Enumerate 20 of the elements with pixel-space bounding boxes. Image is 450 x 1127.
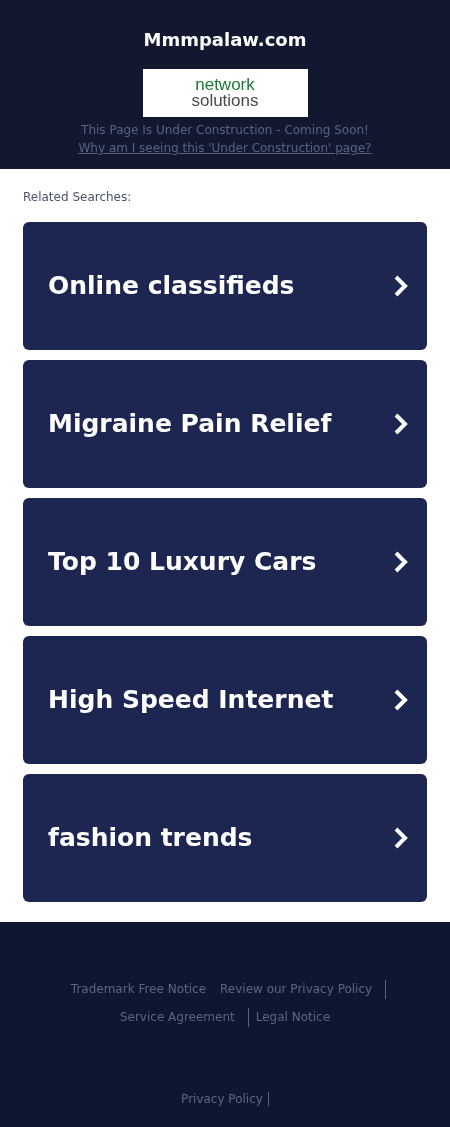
footer-link[interactable]: Review our Privacy Policy bbox=[213, 980, 387, 999]
chevron-right-icon bbox=[393, 827, 409, 849]
chevron-right-icon bbox=[393, 551, 409, 573]
chevron-right-icon bbox=[393, 413, 409, 435]
logo: network solutions bbox=[142, 69, 308, 117]
search-card[interactable]: High Speed Internet bbox=[23, 636, 427, 764]
footer-link[interactable]: Legal Notice bbox=[248, 1008, 338, 1027]
footer-link[interactable]: Trademark Free Notice bbox=[63, 980, 214, 999]
search-card[interactable]: fashion trends bbox=[23, 774, 427, 902]
related-heading: Related Searches: bbox=[23, 190, 133, 204]
footer-link[interactable]: Service Agreement bbox=[112, 1008, 249, 1027]
chevron-right-icon bbox=[393, 689, 409, 711]
search-card[interactable]: Migraine Pain Relief bbox=[23, 360, 427, 488]
why-link[interactable]: Why am I seeing this 'Under Construction' page? bbox=[78, 139, 372, 157]
site-title: Mmmpalaw.com bbox=[143, 29, 307, 51]
search-card[interactable]: Online classifieds bbox=[23, 222, 427, 350]
search-card[interactable]: Top 10 Luxury Cars bbox=[23, 498, 427, 626]
chevron-right-icon bbox=[393, 275, 409, 297]
notice-text: This Page Is Under Construction - Coming Soon! bbox=[81, 122, 369, 139]
footer-link[interactable]: Privacy Policy bbox=[181, 1092, 269, 1106]
